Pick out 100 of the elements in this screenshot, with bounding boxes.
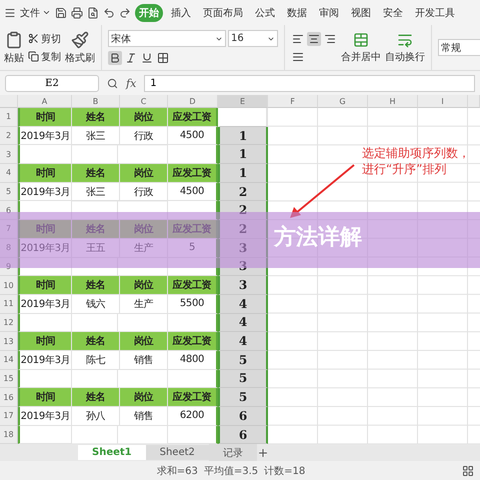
table-cell: 2019年3月 bbox=[18, 407, 72, 426]
table-cell: 4500 bbox=[168, 126, 218, 146]
table-cell: 1 bbox=[218, 145, 268, 164]
number-format-select[interactable]: 常规 bbox=[438, 39, 480, 56]
sheet-tab[interactable]: Sheet1 bbox=[78, 445, 146, 460]
font-size-select[interactable]: 16 bbox=[228, 30, 278, 47]
sheet-tab[interactable]: 记录 bbox=[208, 444, 257, 462]
column-header[interactable]: D bbox=[168, 95, 218, 108]
ribbon-tab[interactable]: 开始 bbox=[135, 4, 163, 22]
table-cell: 4 bbox=[218, 294, 268, 314]
table-cell: 应发工资 bbox=[168, 388, 218, 407]
fx-button[interactable]: fx bbox=[126, 76, 136, 90]
table-cell: 应发工资 bbox=[168, 164, 218, 183]
zoom-icon[interactable] bbox=[107, 78, 118, 88]
ribbon-tab[interactable]: 开发工具 bbox=[411, 4, 459, 22]
table-cell: 姓名 bbox=[72, 388, 120, 407]
table-cell: 6 bbox=[218, 407, 268, 426]
preview-icon[interactable] bbox=[87, 6, 99, 18]
format-painter-button[interactable]: 格式刷 bbox=[65, 30, 95, 64]
row-header[interactable]: 12 bbox=[0, 314, 18, 332]
merge-cells-icon bbox=[353, 32, 369, 48]
row-header[interactable]: 17 bbox=[0, 407, 18, 426]
banner-title: 方法详解 bbox=[274, 224, 362, 252]
column-header[interactable]: F bbox=[268, 95, 318, 108]
file-menu[interactable]: 文件 bbox=[20, 6, 51, 20]
column-header[interactable]: B bbox=[72, 95, 120, 108]
table-cell: 2 bbox=[218, 201, 268, 220]
row-header[interactable]: 14 bbox=[0, 350, 18, 370]
row-header[interactable]: 13 bbox=[0, 332, 18, 351]
row-header[interactable]: 11 bbox=[0, 294, 18, 314]
ribbon-tab[interactable]: 审阅 bbox=[315, 4, 343, 22]
table-cell: 2019年3月 bbox=[18, 350, 72, 370]
row-header[interactable]: 18 bbox=[0, 426, 18, 444]
paste-button[interactable]: 粘贴 bbox=[4, 30, 24, 64]
italic-icon[interactable] bbox=[124, 51, 138, 65]
undo-icon[interactable] bbox=[103, 6, 115, 18]
table-cell: 时间 bbox=[18, 332, 72, 351]
row-header[interactable]: 10 bbox=[0, 276, 18, 295]
table-cell: 4 bbox=[218, 314, 268, 332]
wrap-button[interactable]: 自动换行 bbox=[385, 32, 425, 64]
row-header[interactable]: 15 bbox=[0, 370, 18, 388]
ribbon-tab[interactable]: 数据 bbox=[283, 4, 311, 22]
cut-button[interactable]: 剪切 bbox=[28, 32, 61, 46]
wrap-text-icon bbox=[397, 32, 413, 48]
underline-icon[interactable] bbox=[140, 51, 154, 65]
font-select[interactable]: 宋体 bbox=[108, 30, 226, 47]
ribbon-tab[interactable]: 公式 bbox=[251, 4, 279, 22]
add-sheet-icon[interactable] bbox=[256, 446, 269, 459]
merge-button[interactable]: 合并居中 bbox=[341, 32, 381, 64]
table-cell: 姓名 bbox=[72, 332, 120, 351]
column-header[interactable]: E bbox=[218, 95, 268, 108]
menu-icon[interactable] bbox=[4, 6, 16, 18]
row-header[interactable]: 6 bbox=[0, 201, 18, 220]
formula-input[interactable]: 1 bbox=[144, 74, 475, 92]
row-header[interactable]: 2 bbox=[0, 126, 18, 146]
column-header[interactable]: H bbox=[368, 95, 418, 108]
arrow bbox=[290, 164, 355, 218]
table-cell: 时间 bbox=[18, 220, 72, 239]
ribbon-tab[interactable]: 视图 bbox=[347, 4, 375, 22]
table-cell: 5500 bbox=[168, 294, 218, 314]
table-cell: 1 bbox=[218, 164, 268, 183]
row-header[interactable]: 4 bbox=[0, 164, 18, 183]
sheet-tab[interactable]: Sheet2 bbox=[146, 445, 209, 460]
save-icon[interactable] bbox=[55, 6, 67, 18]
row-header[interactable]: 16 bbox=[0, 388, 18, 407]
border-icon[interactable] bbox=[156, 51, 170, 65]
row-header[interactable]: 3 bbox=[0, 145, 18, 164]
table-cell: 2 bbox=[218, 182, 268, 202]
table-cell: 岗位 bbox=[120, 220, 168, 239]
column-header[interactable]: A bbox=[18, 95, 72, 108]
table-cell: 岗位 bbox=[120, 332, 168, 351]
table-cell: 王五 bbox=[72, 238, 120, 258]
status-sum: 求和=63 bbox=[156, 464, 198, 478]
annotation-text: 选定辅助项序列数， 进行“升序”排列 bbox=[362, 145, 470, 177]
table-cell: 3 bbox=[218, 238, 268, 258]
row-header[interactable]: 5 bbox=[0, 182, 18, 202]
ribbon-tab[interactable]: 安全 bbox=[379, 4, 407, 22]
copy-button[interactable]: 复制 bbox=[28, 50, 61, 64]
redo-icon[interactable] bbox=[119, 6, 131, 18]
ribbon-tab[interactable]: 插入 bbox=[167, 4, 195, 22]
grid-view-icon[interactable] bbox=[462, 464, 474, 477]
column-header[interactable]: C bbox=[120, 95, 168, 108]
table-cell: 岗位 bbox=[120, 108, 168, 127]
print-icon[interactable] bbox=[71, 6, 83, 18]
table-cell: 姓名 bbox=[72, 276, 120, 295]
column-header[interactable]: I bbox=[418, 95, 468, 108]
table-cell: 应发工资 bbox=[168, 220, 218, 239]
table-cell: 姓名 bbox=[72, 164, 120, 183]
row-header[interactable]: 1 bbox=[0, 108, 18, 127]
copy-icon bbox=[28, 51, 39, 62]
bold-icon[interactable] bbox=[108, 51, 122, 65]
ribbon-tab[interactable]: 页面布局 bbox=[199, 4, 247, 22]
align-center-icon[interactable] bbox=[307, 32, 321, 46]
caret-icon bbox=[42, 8, 51, 17]
table-cell: 张三 bbox=[72, 182, 120, 202]
status-average: 平均值=3.5 bbox=[204, 464, 258, 478]
name-box[interactable]: E2 bbox=[5, 74, 99, 92]
table-cell: 陈七 bbox=[72, 350, 120, 370]
column-header[interactable]: G bbox=[318, 95, 368, 108]
table-cell: 5 bbox=[168, 238, 218, 258]
